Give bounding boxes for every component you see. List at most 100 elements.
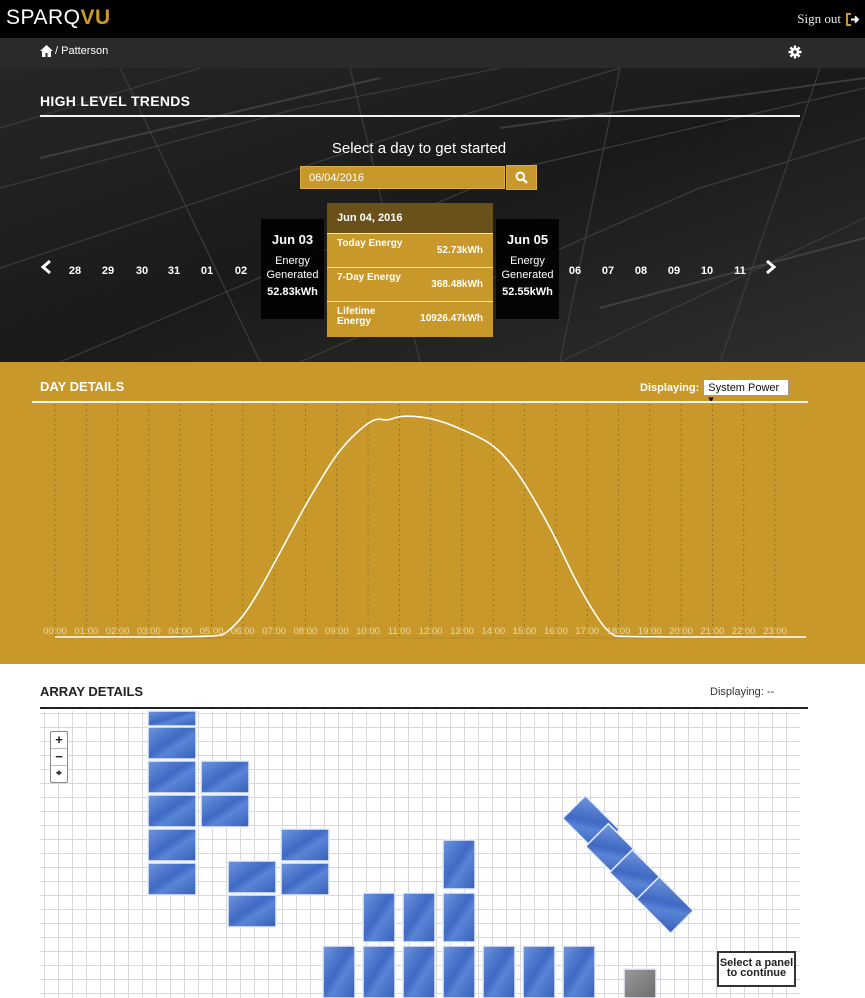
displaying-control: Displaying: System Power ▾ (640, 379, 790, 406)
day-09[interactable]: 09 (659, 265, 689, 277)
chart-x-tick-label: 18:00 (607, 626, 631, 637)
solar-panel[interactable] (200, 794, 250, 828)
solar-panel[interactable] (147, 710, 197, 727)
chart-x-tick-label: 21:00 (701, 626, 725, 637)
solar-panel[interactable] (227, 894, 277, 928)
next-day-label: Energy Generated (501, 255, 554, 281)
chart-x-tick-label: 16:00 (544, 626, 568, 637)
next-days-arrow-icon[interactable] (765, 259, 777, 275)
day-10[interactable]: 10 (692, 265, 722, 277)
map-zoom-control: + − ⌖ (50, 731, 68, 783)
date-search-button[interactable] (506, 165, 537, 190)
day-30[interactable]: 30 (127, 265, 157, 277)
day-08[interactable]: 08 (626, 265, 656, 277)
prev-day-label: Energy Generated (266, 255, 319, 281)
solar-panel[interactable] (522, 945, 556, 998)
chart-x-tick-label: 03:00 (137, 626, 161, 637)
seven-day-energy-row: 7-Day Energy 368.48kWh (327, 267, 493, 301)
top-bar: SPARQVU Sign out (0, 0, 865, 38)
array-details-title: ARRAY DETAILS (40, 684, 144, 699)
solar-panel[interactable] (442, 892, 476, 943)
chart-x-tick-label: 12:00 (419, 626, 443, 637)
solar-panel[interactable] (147, 828, 197, 862)
zoom-in-button[interactable]: + (51, 732, 67, 749)
solar-panel[interactable] (147, 760, 197, 794)
logo-main: SPARQ (6, 6, 81, 29)
app-root: SPARQVU Sign out / Patterson HIGH LEVEL … (0, 0, 865, 998)
today-energy-label: Today Energy (337, 238, 403, 249)
day-28[interactable]: 28 (60, 265, 90, 277)
chart-x-tick-label: 20:00 (669, 626, 693, 637)
day-11[interactable]: 11 (725, 265, 755, 277)
displaying-select[interactable]: System Power ▾ (703, 379, 790, 406)
day-01[interactable]: 01 (192, 265, 222, 277)
lifetime-energy-value: 10926.47kWh (420, 313, 483, 324)
solar-panel[interactable] (280, 828, 330, 862)
system-power-chart: 00:00 01:00 02:00 03:00 04:00 05:00 06:00 07:00… (43, 404, 807, 639)
prev-day-card[interactable]: Jun 03 Energy Generated 52.83kWh (261, 219, 324, 319)
chart-x-tick-label: 00:00 (43, 626, 67, 637)
zoom-reset-icon[interactable]: ⌖ (51, 766, 67, 783)
chart-x-tick-label: 09:00 (325, 626, 349, 637)
solar-panel[interactable] (402, 892, 436, 943)
inactive-panel[interactable] (623, 968, 657, 998)
chart-x-tick-label: 14:00 (481, 626, 505, 637)
prev-day-value: 52.83kWh (267, 286, 318, 298)
array-displaying-label: Displaying: -- (710, 686, 775, 698)
chart-x-tick-label: 10:00 (356, 626, 380, 637)
chart-x-tick-label: 19:00 (638, 626, 662, 637)
day-02[interactable]: 02 (226, 265, 256, 277)
solar-panel[interactable] (362, 945, 396, 998)
prev-days-arrow-icon[interactable] (40, 259, 52, 275)
displaying-select-value: System Power (708, 382, 780, 394)
logo-accent: VU (80, 6, 111, 29)
lifetime-energy-label: Lifetime Energy (337, 306, 376, 327)
chart-x-tick-label: 01:00 (74, 626, 98, 637)
day-06[interactable]: 06 (560, 265, 590, 277)
gear-icon[interactable] (788, 45, 802, 59)
sign-out-icon (846, 12, 859, 26)
trends-divider (40, 115, 800, 117)
breadcrumb: / Patterson (40, 45, 108, 57)
zoom-out-button[interactable]: − (51, 749, 67, 766)
solar-panel[interactable] (442, 839, 476, 890)
seven-day-energy-label: 7-Day Energy (337, 272, 401, 283)
solar-panel[interactable] (562, 945, 596, 998)
home-icon[interactable] (40, 45, 53, 57)
chart-x-tick-label: 06:00 (231, 626, 255, 637)
solar-panel[interactable] (147, 794, 197, 828)
search-icon (515, 171, 528, 184)
solar-panel[interactable] (322, 945, 356, 998)
sign-out-label: Sign out (797, 11, 841, 26)
solar-panel[interactable] (482, 945, 516, 998)
sign-out-link[interactable]: Sign out (797, 11, 859, 27)
date-input[interactable]: 06/04/2016 (300, 166, 505, 189)
chart-x-tick-label: 11:00 (388, 626, 411, 637)
chart-x-tick-label: 17:00 (575, 626, 599, 637)
chart-x-tick-label: 08:00 (294, 626, 318, 637)
breadcrumb-bar: / Patterson (0, 38, 865, 68)
next-day-card[interactable]: Jun 05 Energy Generated 52.55kWh (496, 219, 559, 319)
lifetime-energy-row: Lifetime Energy 10926.47kWh (327, 301, 493, 335)
day-31[interactable]: 31 (159, 265, 189, 277)
prev-day-date: Jun 03 (271, 232, 314, 247)
solar-panel[interactable] (200, 760, 250, 794)
app-logo[interactable]: SPARQVU (6, 6, 111, 30)
solar-panel[interactable] (147, 862, 197, 896)
day-details-section: 00:00 01:00 02:00 03:00 04:00 05:00 06:00 07:00… (0, 362, 865, 664)
chart-x-tick-label: 02:00 (106, 626, 130, 637)
solar-panel[interactable] (227, 860, 277, 894)
breadcrumb-site[interactable]: / Patterson (55, 45, 108, 57)
selected-day-date: Jun 04, 2016 (327, 203, 493, 233)
solar-panel[interactable] (402, 945, 436, 998)
solar-panel[interactable] (442, 945, 476, 998)
chart-x-tick-label: 04:00 (168, 626, 192, 637)
solar-panel[interactable] (280, 862, 330, 896)
solar-panel[interactable] (147, 726, 197, 760)
today-energy-row: Today Energy 52.73kWh (327, 233, 493, 267)
solar-panel[interactable] (362, 892, 396, 943)
day-29[interactable]: 29 (93, 265, 123, 277)
displaying-label: Displaying: (640, 381, 700, 394)
day-07[interactable]: 07 (593, 265, 623, 277)
today-energy-value: 52.73kWh (436, 245, 483, 256)
